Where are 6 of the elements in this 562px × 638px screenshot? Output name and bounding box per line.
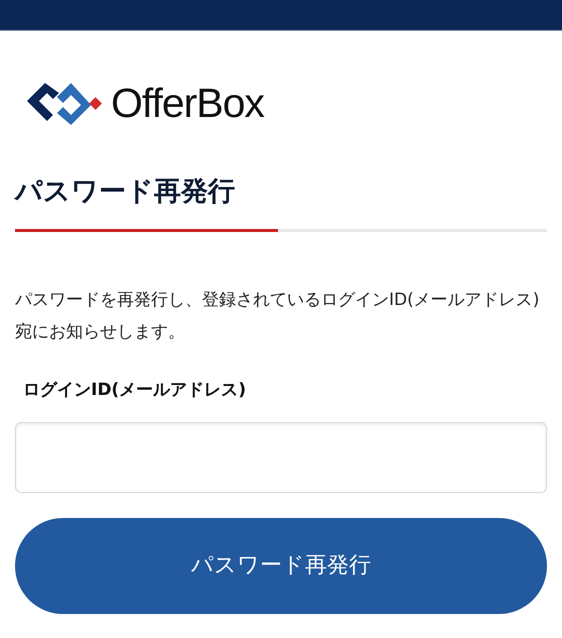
reissue-password-button[interactable]: パスワード再発行 [15,518,547,614]
logo-text: OfferBox [111,82,264,124]
field-label: ログインID(メールアドレス) [23,379,246,402]
description-text: パスワードを再発行し、登録されているログインID(メールアドレス)宛にお知らせします。 [15,289,540,344]
login-id-field[interactable] [15,422,547,492]
page-heading: パスワード再発行 [15,175,235,209]
